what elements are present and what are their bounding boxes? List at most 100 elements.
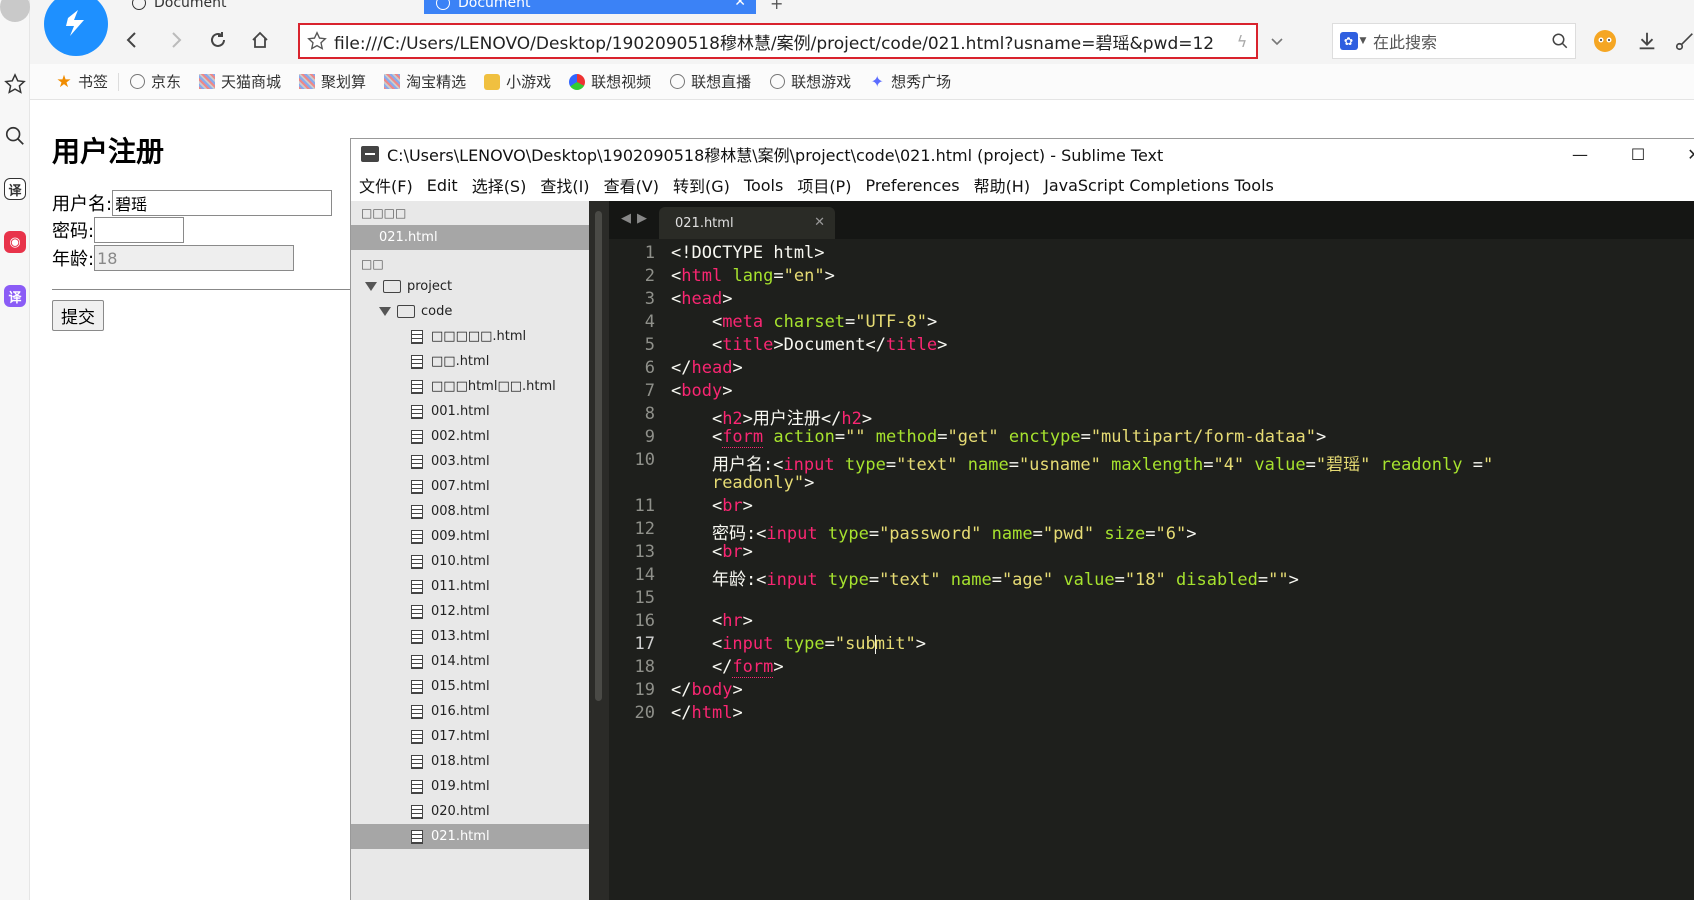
bookmark-item[interactable]: 小游戏 — [484, 71, 551, 92]
folder-icon — [397, 305, 415, 318]
menu-tools[interactable]: Tools — [744, 176, 783, 195]
bookmark-item[interactable]: 淘宝精选 — [384, 71, 466, 92]
maximize-icon[interactable]: ☐ — [1613, 139, 1663, 169]
close-icon[interactable]: ✕ — [814, 215, 825, 230]
bookmark-item[interactable]: 联想视频 — [569, 71, 651, 92]
file-item[interactable]: 007.html — [351, 474, 589, 499]
code-editor[interactable]: <!DOCTYPE html> <html lang="en"> <head> … — [671, 239, 1694, 900]
bookmark-star-icon[interactable] — [300, 31, 334, 51]
file-name: 007.html — [431, 479, 490, 494]
url-text[interactable]: file:///C:/Users/LENOVO/Desktop/19020905… — [334, 29, 1228, 54]
sidebar-scrollbar[interactable] — [589, 201, 609, 900]
address-bar[interactable]: file:///C:/Users/LENOVO/Desktop/19020905… — [298, 23, 1258, 59]
file-item[interactable]: 008.html — [351, 499, 589, 524]
bookmark-item[interactable]: ★ 书签 — [56, 71, 108, 92]
scrollbar-thumb[interactable] — [595, 211, 602, 701]
file-item[interactable]: 018.html — [351, 749, 589, 774]
divider — [118, 72, 120, 91]
favorites-star-icon[interactable] — [3, 72, 27, 96]
menu-project[interactable]: 项目(P) — [797, 173, 851, 197]
bookmark-item[interactable]: ✦ 想秀广场 — [869, 71, 951, 92]
tab-document-2[interactable]: Document ✕ — [424, 0, 756, 14]
mascot-icon[interactable] — [1590, 26, 1620, 56]
user-avatar[interactable] — [0, 0, 30, 22]
folder-name: code — [421, 304, 453, 319]
code-line: <body> — [671, 381, 733, 401]
lightning-icon[interactable]: ϟ — [1228, 32, 1256, 51]
close-icon[interactable]: ✕ — [1669, 139, 1694, 169]
file-item[interactable]: 021.html — [351, 824, 589, 849]
menu-preferences[interactable]: Preferences — [865, 176, 959, 195]
username-input[interactable] — [112, 190, 333, 216]
bookmark-item[interactable]: 天猫商城 — [199, 71, 281, 92]
file-item[interactable]: 017.html — [351, 724, 589, 749]
menu-selection[interactable]: 选择(S) — [472, 173, 527, 197]
file-item[interactable]: 020.html — [351, 799, 589, 824]
home-icon[interactable] — [246, 26, 274, 54]
menu-find[interactable]: 查找(I) — [540, 173, 589, 197]
folder-project[interactable]: project — [351, 274, 589, 299]
menu-view[interactable]: 查看(V) — [604, 173, 659, 197]
new-tab-icon[interactable]: + — [770, 0, 783, 13]
file-icon — [411, 829, 423, 844]
menu-edit[interactable]: Edit — [427, 176, 458, 195]
close-icon[interactable]: ✕ — [734, 0, 746, 10]
search-box[interactable]: ✿ ▼ 在此搜索 — [1332, 23, 1576, 59]
file-item[interactable]: 012.html — [351, 599, 589, 624]
chevron-down-icon[interactable] — [1262, 26, 1292, 56]
menu-js-completions[interactable]: JavaScript Completions Tools — [1044, 176, 1274, 195]
translate-app-icon[interactable]: 译 — [3, 284, 27, 308]
menu-file[interactable]: 文件(F) — [359, 173, 413, 197]
bookmark-item[interactable]: 联想游戏 — [769, 71, 851, 92]
file-item[interactable]: 014.html — [351, 649, 589, 674]
age-row: 年龄: — [52, 245, 295, 271]
search-engine-selector[interactable]: ✿ ▼ — [1333, 32, 1373, 50]
menu-help[interactable]: 帮助(H) — [974, 173, 1031, 197]
file-item[interactable]: 002.html — [351, 424, 589, 449]
file-item[interactable]: 011.html — [351, 574, 589, 599]
code-line: </html> — [671, 703, 743, 723]
file-icon — [411, 379, 423, 394]
file-item[interactable]: 015.html — [351, 674, 589, 699]
file-item[interactable]: □□.html — [351, 349, 589, 374]
bookmark-item[interactable]: 京东 — [129, 71, 181, 92]
search-icon[interactable] — [3, 124, 27, 148]
globe-icon — [669, 74, 685, 90]
file-name: 021.html — [431, 829, 490, 844]
tab-document-1[interactable]: Document — [120, 0, 420, 14]
page-title: 用户注册 — [52, 135, 165, 168]
folder-code[interactable]: code — [351, 299, 589, 324]
line-number: 2 — [644, 266, 655, 286]
tab-nav-arrows-icon[interactable]: ◀▶ — [621, 211, 653, 226]
file-name: 015.html — [431, 679, 490, 694]
search-icon[interactable] — [1545, 32, 1575, 50]
back-icon[interactable] — [118, 26, 146, 54]
translate-icon[interactable]: 译 — [3, 177, 27, 201]
file-item[interactable]: □□□html□□.html — [351, 374, 589, 399]
file-item[interactable]: 001.html — [351, 399, 589, 424]
search-placeholder[interactable]: 在此搜索 — [1373, 29, 1545, 53]
file-item[interactable]: 019.html — [351, 774, 589, 799]
file-item[interactable]: 013.html — [351, 624, 589, 649]
editor-tab-021[interactable]: 021.html ✕ — [659, 207, 835, 239]
app-icon[interactable]: ◉ — [3, 230, 27, 254]
refresh-icon[interactable] — [204, 26, 232, 54]
file-item[interactable]: 016.html — [351, 699, 589, 724]
file-icon — [411, 704, 423, 719]
window-titlebar[interactable]: C:\Users\LENOVO\Desktop\1902090518穆林慧\案例… — [351, 139, 1694, 169]
password-input[interactable] — [94, 217, 185, 243]
menu-goto[interactable]: 转到(G) — [673, 173, 730, 197]
forward-icon[interactable] — [162, 26, 190, 54]
file-item[interactable]: □□□□□.html — [351, 324, 589, 349]
submit-button[interactable]: 提交 — [52, 300, 104, 331]
browser-logo-icon[interactable] — [44, 0, 108, 56]
file-item[interactable]: 003.html — [351, 449, 589, 474]
file-item[interactable]: 009.html — [351, 524, 589, 549]
minimize-icon[interactable]: — — [1555, 139, 1605, 169]
scissors-icon[interactable] — [1670, 26, 1694, 56]
file-item[interactable]: 010.html — [351, 549, 589, 574]
bookmark-item[interactable]: 联想直播 — [669, 71, 751, 92]
download-icon[interactable] — [1632, 26, 1662, 56]
bookmark-item[interactable]: 聚划算 — [299, 71, 366, 92]
open-file-item[interactable]: 021.html — [351, 225, 589, 250]
